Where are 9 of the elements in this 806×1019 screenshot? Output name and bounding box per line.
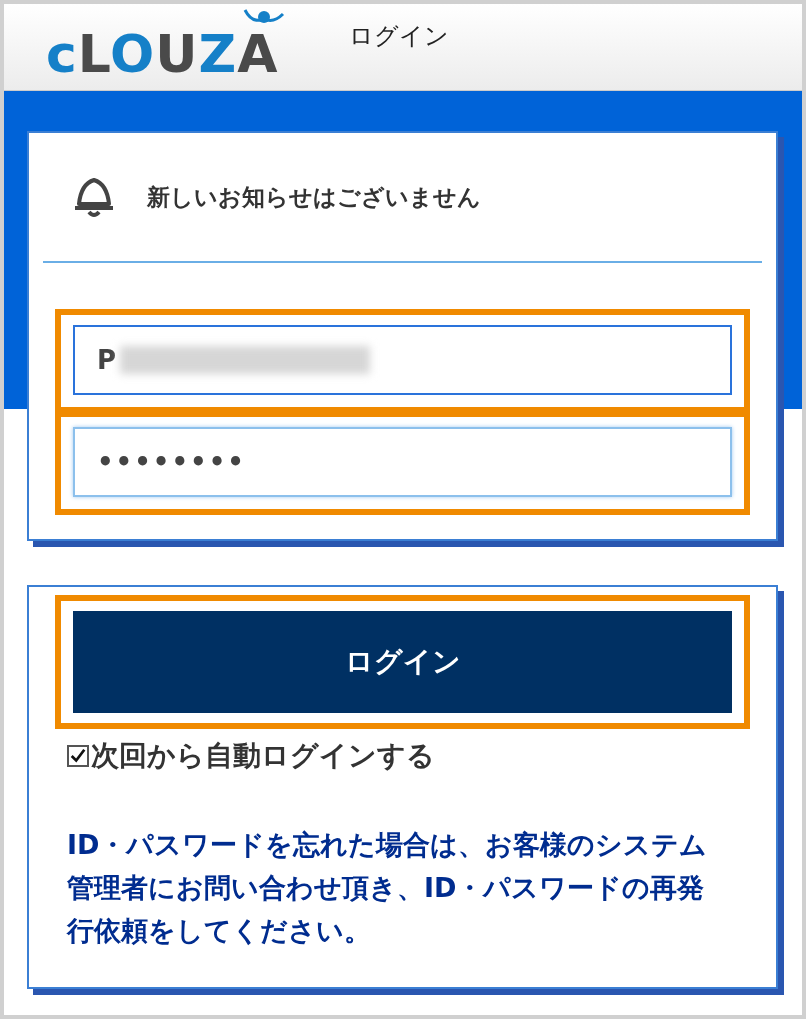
notice-text: 新しいお知らせはございません <box>147 182 481 212</box>
login-button[interactable]: ログイン <box>73 611 732 713</box>
password-field[interactable]: •••••••• <box>73 427 732 497</box>
logo: cLOUZA <box>46 28 279 80</box>
auto-login-label: 次回から自動ログインする <box>91 738 435 774</box>
login-id-field[interactable]: P <box>73 325 732 395</box>
help-text: ID・パスワードを忘れた場合は、お客様のシステム管理者にお問い合わせ頂き、ID・パスワードの再発行依頼をしてください。 <box>67 828 709 949</box>
page-title: ログイン <box>348 21 449 52</box>
auto-login-checkbox[interactable] <box>67 745 89 767</box>
